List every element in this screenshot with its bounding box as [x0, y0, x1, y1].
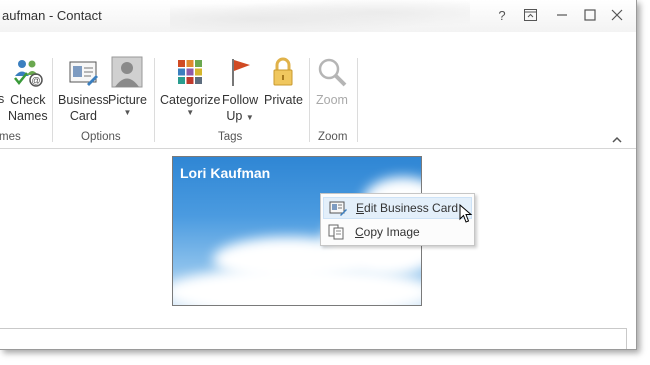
group-separator: [52, 58, 53, 142]
cloud: [173, 267, 421, 305]
options-group-label: Options: [81, 131, 121, 143]
chevron-down-icon: ▼: [123, 108, 132, 117]
minimize-button[interactable]: [553, 6, 571, 24]
private-button[interactable]: Private: [264, 56, 303, 108]
menu-item-edit-business-card[interactable]: Edit Business Card: [323, 197, 472, 219]
check-names-button[interactable]: @ Check Names: [8, 56, 48, 124]
copy-icon: [328, 224, 346, 240]
picture-icon: [111, 56, 143, 88]
zoom-button[interactable]: Zoom: [316, 56, 348, 108]
business-card-icon: [67, 56, 99, 88]
check-names-icon: @: [12, 56, 44, 88]
magnifier-icon: [316, 56, 348, 88]
svg-text:@: @: [31, 76, 40, 86]
minimize-icon: [557, 14, 567, 16]
mouse-cursor-icon: [459, 204, 473, 223]
business-card-button[interactable]: Business Card: [58, 56, 109, 124]
flag-icon: [224, 56, 256, 88]
business-card-edit-icon: [329, 200, 347, 216]
contact-content-area: Lori Kaufman: [0, 149, 636, 349]
contact-window: aufman - Contact ? s: [0, 0, 637, 350]
tags-group-label: Tags: [218, 131, 243, 143]
categorize-icon: [174, 56, 206, 88]
ribbon-display-icon: [523, 9, 537, 21]
help-button[interactable]: ?: [493, 6, 511, 24]
window-title: aufman - Contact: [2, 8, 102, 23]
collapse-ribbon-button[interactable]: [612, 132, 622, 146]
menu-item-copy-image[interactable]: Copy Image: [323, 221, 472, 243]
title-bar[interactable]: aufman - Contact ?: [0, 0, 636, 32]
group-separator: [357, 58, 358, 142]
group-separator: [309, 58, 310, 142]
ribbon-display-options-button[interactable]: [521, 6, 539, 24]
maximize-button[interactable]: [581, 6, 599, 24]
chevron-down-icon: ▼: [245, 113, 254, 122]
context-menu: Edit Business Card Copy Image: [320, 193, 475, 246]
notes-area-border: [0, 328, 627, 349]
close-button[interactable]: [608, 6, 626, 24]
chevron-up-icon: [612, 136, 622, 143]
lock-icon: [267, 56, 299, 88]
title-decoration: [170, 0, 470, 32]
ribbon: s @ Check Names mes: [0, 50, 636, 149]
close-icon: [611, 9, 623, 21]
card-contact-name: Lori Kaufman: [180, 165, 271, 181]
picture-button[interactable]: Picture ▼: [108, 56, 147, 118]
names-partial-label[interactable]: s: [0, 91, 4, 107]
zoom-group-label: Zoom: [318, 131, 348, 143]
categorize-button[interactable]: Categorize ▼: [160, 56, 220, 118]
maximize-icon: [584, 9, 596, 21]
follow-up-button[interactable]: Follow Up ▼: [222, 56, 258, 124]
names-group-label: mes: [0, 131, 21, 143]
group-separator: [154, 58, 155, 142]
chevron-down-icon: ▼: [186, 108, 195, 117]
